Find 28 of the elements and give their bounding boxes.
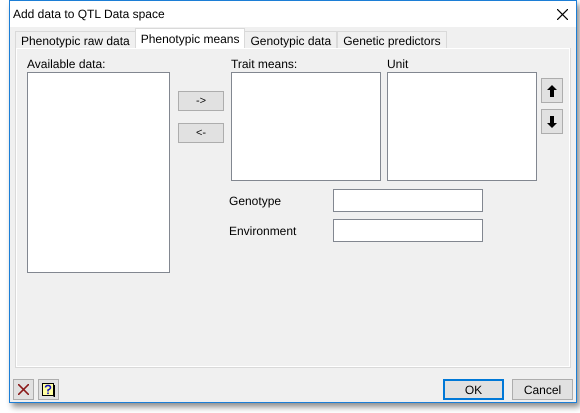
available-data-list[interactable] (27, 72, 170, 273)
down-arrow-icon (547, 116, 557, 128)
unit-list[interactable] (387, 72, 537, 181)
close-button[interactable] (13, 379, 34, 400)
tab[interactable]: Phenotypic means (134, 28, 246, 48)
move-down-button[interactable] (541, 109, 563, 134)
tab[interactable]: Genotypic data (244, 31, 338, 48)
remove-button[interactable]: <- (178, 123, 224, 143)
window-title: Add data to QTL Data space (13, 6, 165, 23)
ok-button[interactable]: OK (443, 379, 504, 400)
tab[interactable]: Phenotypic raw data (15, 31, 136, 48)
field-label: Trait means: (231, 57, 298, 72)
input-field[interactable] (333, 219, 483, 242)
up-arrow-icon (547, 84, 557, 96)
field-label: Environment (229, 222, 298, 240)
add-button[interactable]: -> (178, 91, 224, 111)
close-icon[interactable] (557, 8, 568, 20)
input-field[interactable] (333, 189, 483, 212)
tab[interactable]: Genetic predictors (337, 31, 447, 48)
field-label: Available data: (27, 57, 107, 72)
help-icon (42, 382, 55, 396)
move-up-button[interactable] (541, 78, 563, 103)
cancel-button[interactable]: Cancel (512, 379, 573, 400)
field-label: Unit (387, 57, 410, 72)
trait-means-list[interactable] (231, 72, 381, 181)
help-button[interactable] (38, 379, 59, 400)
close-icon (18, 384, 29, 395)
field-label: Genotype (229, 192, 282, 210)
